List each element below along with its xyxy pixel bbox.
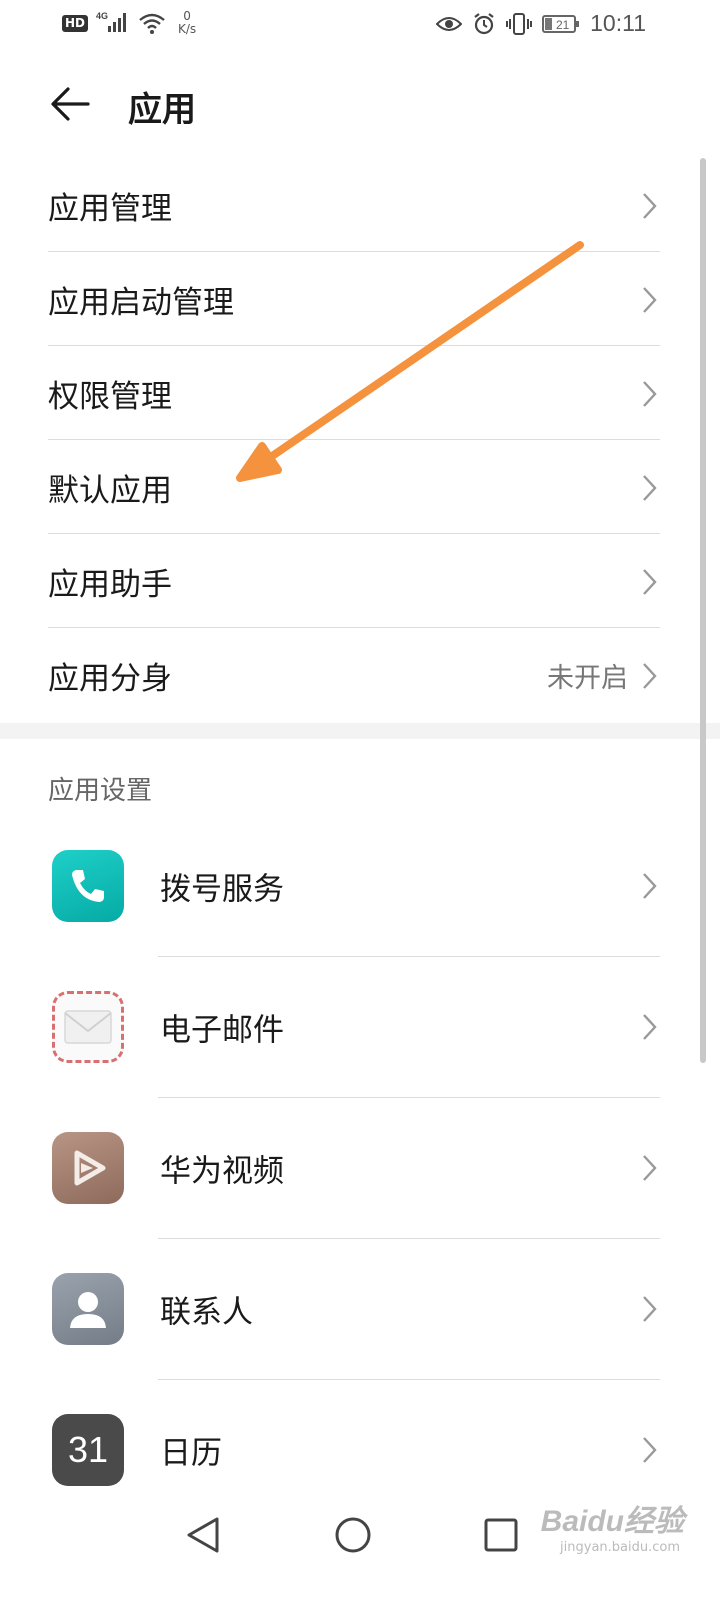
contacts-icon — [52, 1273, 124, 1345]
chevron-right-icon — [643, 286, 657, 313]
app-item-label: 华为视频 — [160, 1153, 284, 1190]
watermark-logo: Baidu经验 — [540, 1505, 684, 1538]
chevron-right-icon — [643, 568, 657, 595]
chevron-right-icon — [643, 1437, 657, 1463]
mail-icon — [52, 991, 124, 1063]
app-item-huawei-video[interactable]: 华为视频 — [48, 1098, 672, 1238]
section-separator — [0, 723, 720, 739]
chevron-right-icon — [643, 873, 657, 899]
nav-back-button[interactable] — [176, 1508, 230, 1562]
status-bar-right: 21 10:11 — [436, 10, 646, 37]
app-item-label: 日历 — [160, 1435, 222, 1472]
menu-item-permissions[interactable]: 权限管理 — [48, 346, 672, 441]
watermark-url: jingyan.baidu.com — [560, 1540, 680, 1555]
chevron-right-icon — [643, 474, 657, 501]
status-bar-left: HD 4G 0 K/s — [62, 10, 196, 36]
menu-item-startup-management[interactable]: 应用启动管理 — [48, 252, 672, 347]
alarm-icon — [474, 12, 494, 34]
speed-unit: K/s — [178, 22, 197, 36]
chevron-right-icon — [643, 662, 657, 689]
menu-item-app-twin[interactable]: 应用分身 未开启 — [48, 628, 672, 723]
battery-icon: 21 — [542, 14, 580, 33]
app-item-email[interactable]: 电子邮件 — [48, 957, 672, 1097]
app-item-label: 拨号服务 — [160, 871, 284, 908]
status-bar: HD 4G 0 K/s 21 10:11 — [0, 0, 720, 52]
menu-item-label: 默认应用 — [48, 473, 172, 509]
app-twin-status: 未开启 — [547, 663, 628, 694]
menu-item-label: 应用启动管理 — [48, 285, 234, 321]
chevron-right-icon — [643, 1014, 657, 1040]
menu-item-label: 应用管理 — [48, 191, 172, 227]
menu-item-label: 应用助手 — [48, 567, 172, 603]
phone-icon — [52, 850, 124, 922]
menu-item-app-management[interactable]: 应用管理 — [48, 158, 672, 253]
nav-recents-button[interactable] — [474, 1508, 528, 1562]
app-item-dialer[interactable]: 拨号服务 — [48, 816, 672, 956]
chevron-right-icon — [643, 192, 657, 219]
network-speed: 0 K/s — [178, 10, 196, 36]
signal-icon: 4G — [96, 11, 127, 32]
title-bar: 应用 — [0, 66, 720, 146]
network-type: 4G — [96, 11, 108, 21]
status-time: 10:11 — [590, 10, 646, 36]
scrollbar[interactable] — [700, 158, 706, 1063]
video-icon — [52, 1132, 124, 1204]
menu-item-app-assistant[interactable]: 应用助手 — [48, 534, 672, 629]
vibrate-icon — [506, 12, 533, 35]
eye-icon — [436, 16, 463, 31]
nav-home-button[interactable] — [326, 1508, 380, 1562]
chevron-right-icon — [643, 1155, 657, 1181]
hd-badge: HD — [62, 14, 89, 32]
app-item-label: 联系人 — [160, 1294, 253, 1331]
menu-item-label: 权限管理 — [48, 379, 172, 415]
menu-item-label: 应用分身 — [48, 661, 172, 697]
chevron-right-icon — [643, 380, 657, 407]
chevron-right-icon — [643, 1296, 657, 1322]
circle-home-icon — [335, 1517, 371, 1553]
page-title: 应用 — [128, 90, 196, 130]
back-arrow-icon — [51, 87, 90, 121]
calendar-icon: 31 — [52, 1414, 124, 1486]
app-item-label: 电子邮件 — [160, 1012, 284, 1049]
square-recents-icon — [484, 1518, 518, 1552]
back-button[interactable] — [46, 80, 94, 128]
battery-level: 21 — [556, 18, 570, 32]
wifi-icon — [139, 13, 165, 34]
triangle-back-icon — [187, 1517, 219, 1553]
menu-item-default-apps[interactable]: 默认应用 — [48, 440, 672, 535]
app-item-contacts[interactable]: 联系人 — [48, 1239, 672, 1379]
section-title-app-settings: 应用设置 — [48, 776, 153, 806]
